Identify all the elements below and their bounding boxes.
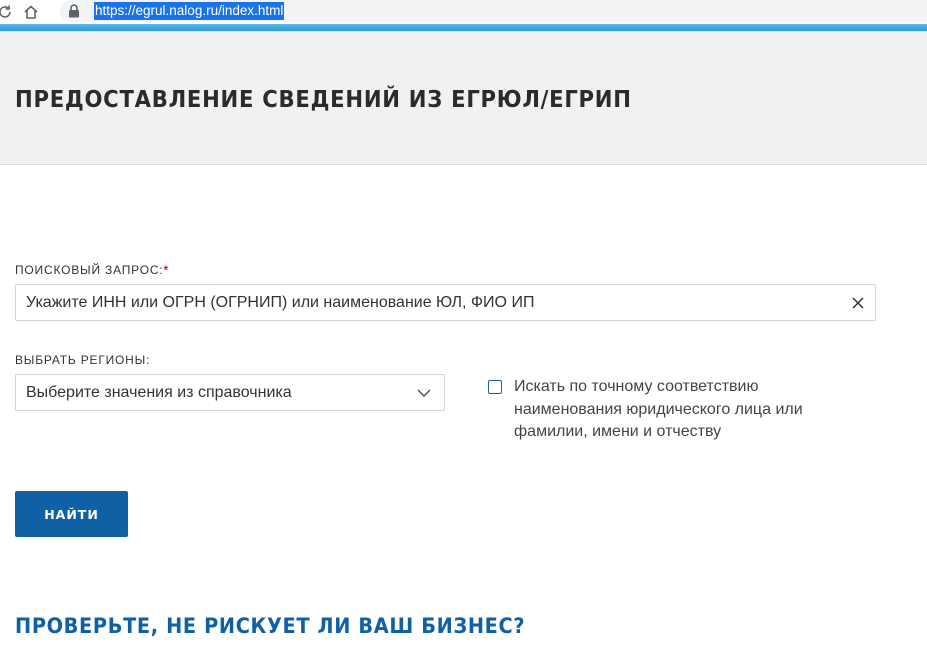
site-top-strip (0, 24, 927, 32)
clear-icon[interactable] (850, 295, 866, 311)
url-text[interactable]: https://egrul.nalog.ru/index.html (94, 2, 285, 20)
exact-match-label: Искать по точному соответствию наименова… (514, 378, 803, 440)
regions-select-value: Выберите значения из справочника (26, 383, 292, 401)
browser-toolbar: https://egrul.nalog.ru/index.html (0, 0, 927, 24)
regions-label: ВЫБРАТЬ РЕГИОНЫ: (15, 353, 151, 367)
chevron-down-icon (416, 386, 432, 400)
home-icon[interactable] (20, 1, 42, 23)
required-mark: * (163, 263, 169, 277)
address-bar[interactable]: https://egrul.nalog.ru/index.html (60, 0, 927, 22)
search-label-text: ПОИСКОВЫЙ ЗАПРОС: (15, 263, 164, 277)
exact-match-checkbox[interactable] (488, 380, 502, 394)
page-title: ПРЕДОСТАВЛЕНИЕ СВЕДЕНИЙ ИЗ ЕГРЮЛ/ЕГРИП (15, 87, 632, 113)
page-header: ПРЕДОСТАВЛЕНИЕ СВЕДЕНИЙ ИЗ ЕГРЮЛ/ЕГРИП (0, 32, 927, 165)
search-input[interactable] (16, 285, 836, 320)
reload-icon[interactable] (0, 1, 14, 23)
lock-icon[interactable] (68, 4, 82, 18)
search-button[interactable]: НАЙТИ (15, 491, 128, 537)
search-label: ПОИСКОВЫЙ ЗАПРОС:* (15, 263, 169, 277)
exact-match-option[interactable]: Искать по точному соответствию наименова… (488, 376, 848, 444)
promo-heading: ПРОВЕРЬТЕ, НЕ РИСКУЕТ ЛИ ВАШ БИЗНЕС? (15, 614, 526, 638)
regions-select[interactable]: Выберите значения из справочника (15, 374, 445, 411)
search-field (15, 284, 876, 321)
